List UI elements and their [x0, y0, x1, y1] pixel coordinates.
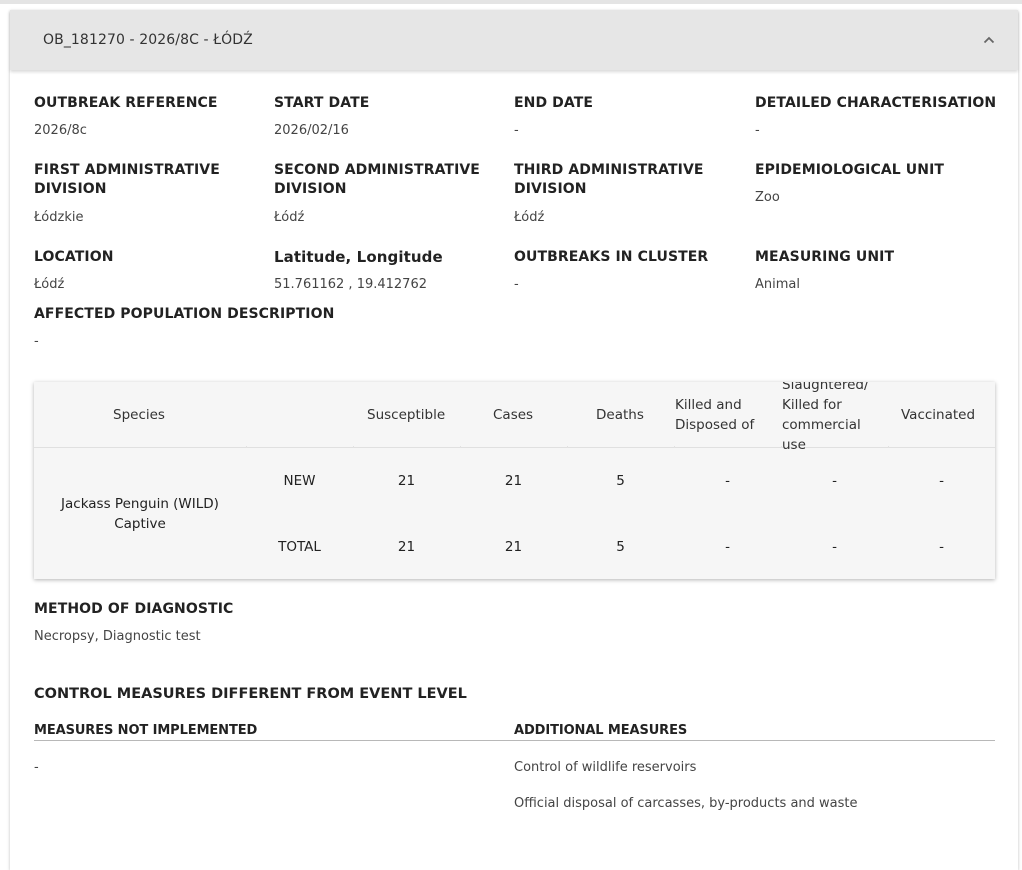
control-measures-title: CONTROL MEASURES DIFFERENT FROM EVENT LE… [34, 686, 467, 702]
new-cases: 21 [504, 473, 523, 489]
additional-measure-item: Control of wildlife reservoirs [514, 760, 697, 775]
end-date-label: END DATE [514, 95, 594, 111]
header-divider [674, 446, 675, 448]
third-admin-label-line2: DIVISION [514, 181, 587, 197]
th-slaughtered-line1: Killed for [782, 397, 842, 413]
detailed-characterisation-value: - [755, 123, 760, 138]
header-divider [781, 446, 782, 448]
diagnostic-method-label: METHOD OF DIAGNOSTIC [34, 601, 234, 617]
total-deaths: 5 [616, 539, 625, 555]
measures-divider [34, 740, 995, 741]
th-slaughtered-line0: Slaughtered/ [782, 382, 869, 393]
species-status: Captive [114, 516, 166, 532]
row-type-total: TOTAL [278, 539, 321, 555]
header-divider [567, 446, 568, 448]
header-divider [460, 446, 461, 448]
outbreak-reference-value: 2026/8c [34, 123, 87, 138]
first-admin-label-line2: DIVISION [34, 181, 107, 197]
new-killed: - [725, 473, 730, 489]
chevron-up-icon[interactable] [982, 33, 996, 47]
end-date-value: - [514, 123, 519, 138]
measuring-unit-label: MEASURING UNIT [755, 249, 895, 265]
third-admin-division-value: Łódź [514, 210, 545, 225]
new-vaccinated: - [939, 473, 944, 489]
first-admin-division-label: FIRST ADMINISTRATIVE DIVISION [34, 161, 220, 199]
start-date-label: START DATE [274, 95, 370, 111]
th-deaths: Deaths [596, 407, 644, 423]
total-killed: - [725, 539, 730, 555]
second-admin-label-line2: DIVISION [274, 181, 347, 197]
first-admin-label-line1: FIRST ADMINISTRATIVE [34, 162, 220, 178]
detailed-characterisation-label: DETAILED CHARACTERISATION [755, 95, 997, 111]
header-divider [246, 446, 247, 448]
th-cases: Cases [493, 407, 534, 423]
total-slaughtered: - [832, 539, 837, 555]
outbreak-reference-label: OUTBREAK REFERENCE [34, 95, 218, 111]
new-deaths: 5 [616, 473, 625, 489]
th-killed-line1: Killed and [675, 397, 742, 413]
outbreak-panel: OB_181270 - 2026/8C - ŁÓDŹ OUTBREAK REFE… [10, 10, 1018, 870]
th-slaughtered-line3: use [782, 437, 806, 453]
header-divider [888, 446, 889, 448]
measures-not-implemented-value: - [34, 760, 39, 775]
total-cases: 21 [504, 539, 523, 555]
th-species: Species [113, 407, 165, 423]
panel-title: OB_181270 - 2026/8C - ŁÓDŹ [43, 32, 253, 48]
total-vaccinated: - [939, 539, 944, 555]
additional-measures-label: ADDITIONAL MEASURES [514, 723, 688, 738]
affected-population-value: - [34, 334, 39, 349]
species-name: Jackass Penguin (WILD) [61, 496, 219, 512]
second-admin-label-line1: SECOND ADMINISTRATIVE [274, 162, 480, 178]
species-table: Species Susceptible Cases Deaths Killed … [34, 382, 995, 579]
location-label: LOCATION [34, 249, 114, 265]
start-date-value: 2026/02/16 [274, 123, 349, 138]
second-admin-division-label: SECOND ADMINISTRATIVE DIVISION [274, 161, 480, 199]
third-admin-division-label: THIRD ADMINISTRATIVE DIVISION [514, 161, 704, 199]
total-susceptible: 21 [397, 539, 416, 555]
additional-measure-item: Official disposal of carcasses, by-produ… [514, 796, 858, 811]
new-susceptible: 21 [397, 473, 416, 489]
first-admin-division-value: Łódzkie [34, 210, 84, 225]
second-admin-division-value: Łódź [274, 210, 305, 225]
row-type-new: NEW [283, 473, 316, 489]
outbreaks-in-cluster-label: OUTBREAKS IN CLUSTER [514, 249, 709, 265]
location-value: Łódź [34, 277, 65, 292]
measuring-unit-value: Animal [755, 277, 800, 292]
affected-population-label: AFFECTED POPULATION DESCRIPTION [34, 306, 335, 322]
th-slaughtered: Slaughtered/ Killed for commercial use [782, 382, 869, 455]
top-divider [0, 0, 1022, 4]
th-susceptible: Susceptible [367, 407, 446, 423]
lat-long-label: Latitude, Longitude [274, 248, 443, 266]
measures-not-implemented-label: MEASURES NOT IMPLEMENTED [34, 723, 258, 738]
th-killed-line2: Disposed of [675, 417, 755, 433]
th-slaughtered-line2: commercial [782, 417, 861, 433]
epidemiological-unit-label: EPIDEMIOLOGICAL UNIT [755, 162, 945, 178]
th-killed: Killed and Disposed of [675, 395, 754, 435]
epidemiological-unit-value: Zoo [755, 190, 780, 205]
outbreaks-in-cluster-value: - [514, 277, 519, 292]
new-slaughtered: - [832, 473, 837, 489]
outbreak-panel-header[interactable]: OB_181270 - 2026/8C - ŁÓDŹ [10, 10, 1018, 70]
header-divider [353, 446, 354, 448]
table-header-row: Species Susceptible Cases Deaths Killed … [34, 382, 995, 453]
third-admin-label-line1: THIRD ADMINISTRATIVE [514, 162, 704, 178]
diagnostic-method-value: Necropsy, Diagnostic test [34, 629, 201, 644]
lat-long-value: 51.761162 , 19.412762 [274, 277, 427, 292]
species-cell: Jackass Penguin (WILD) Captive [34, 494, 246, 534]
th-vaccinated: Vaccinated [901, 407, 976, 423]
